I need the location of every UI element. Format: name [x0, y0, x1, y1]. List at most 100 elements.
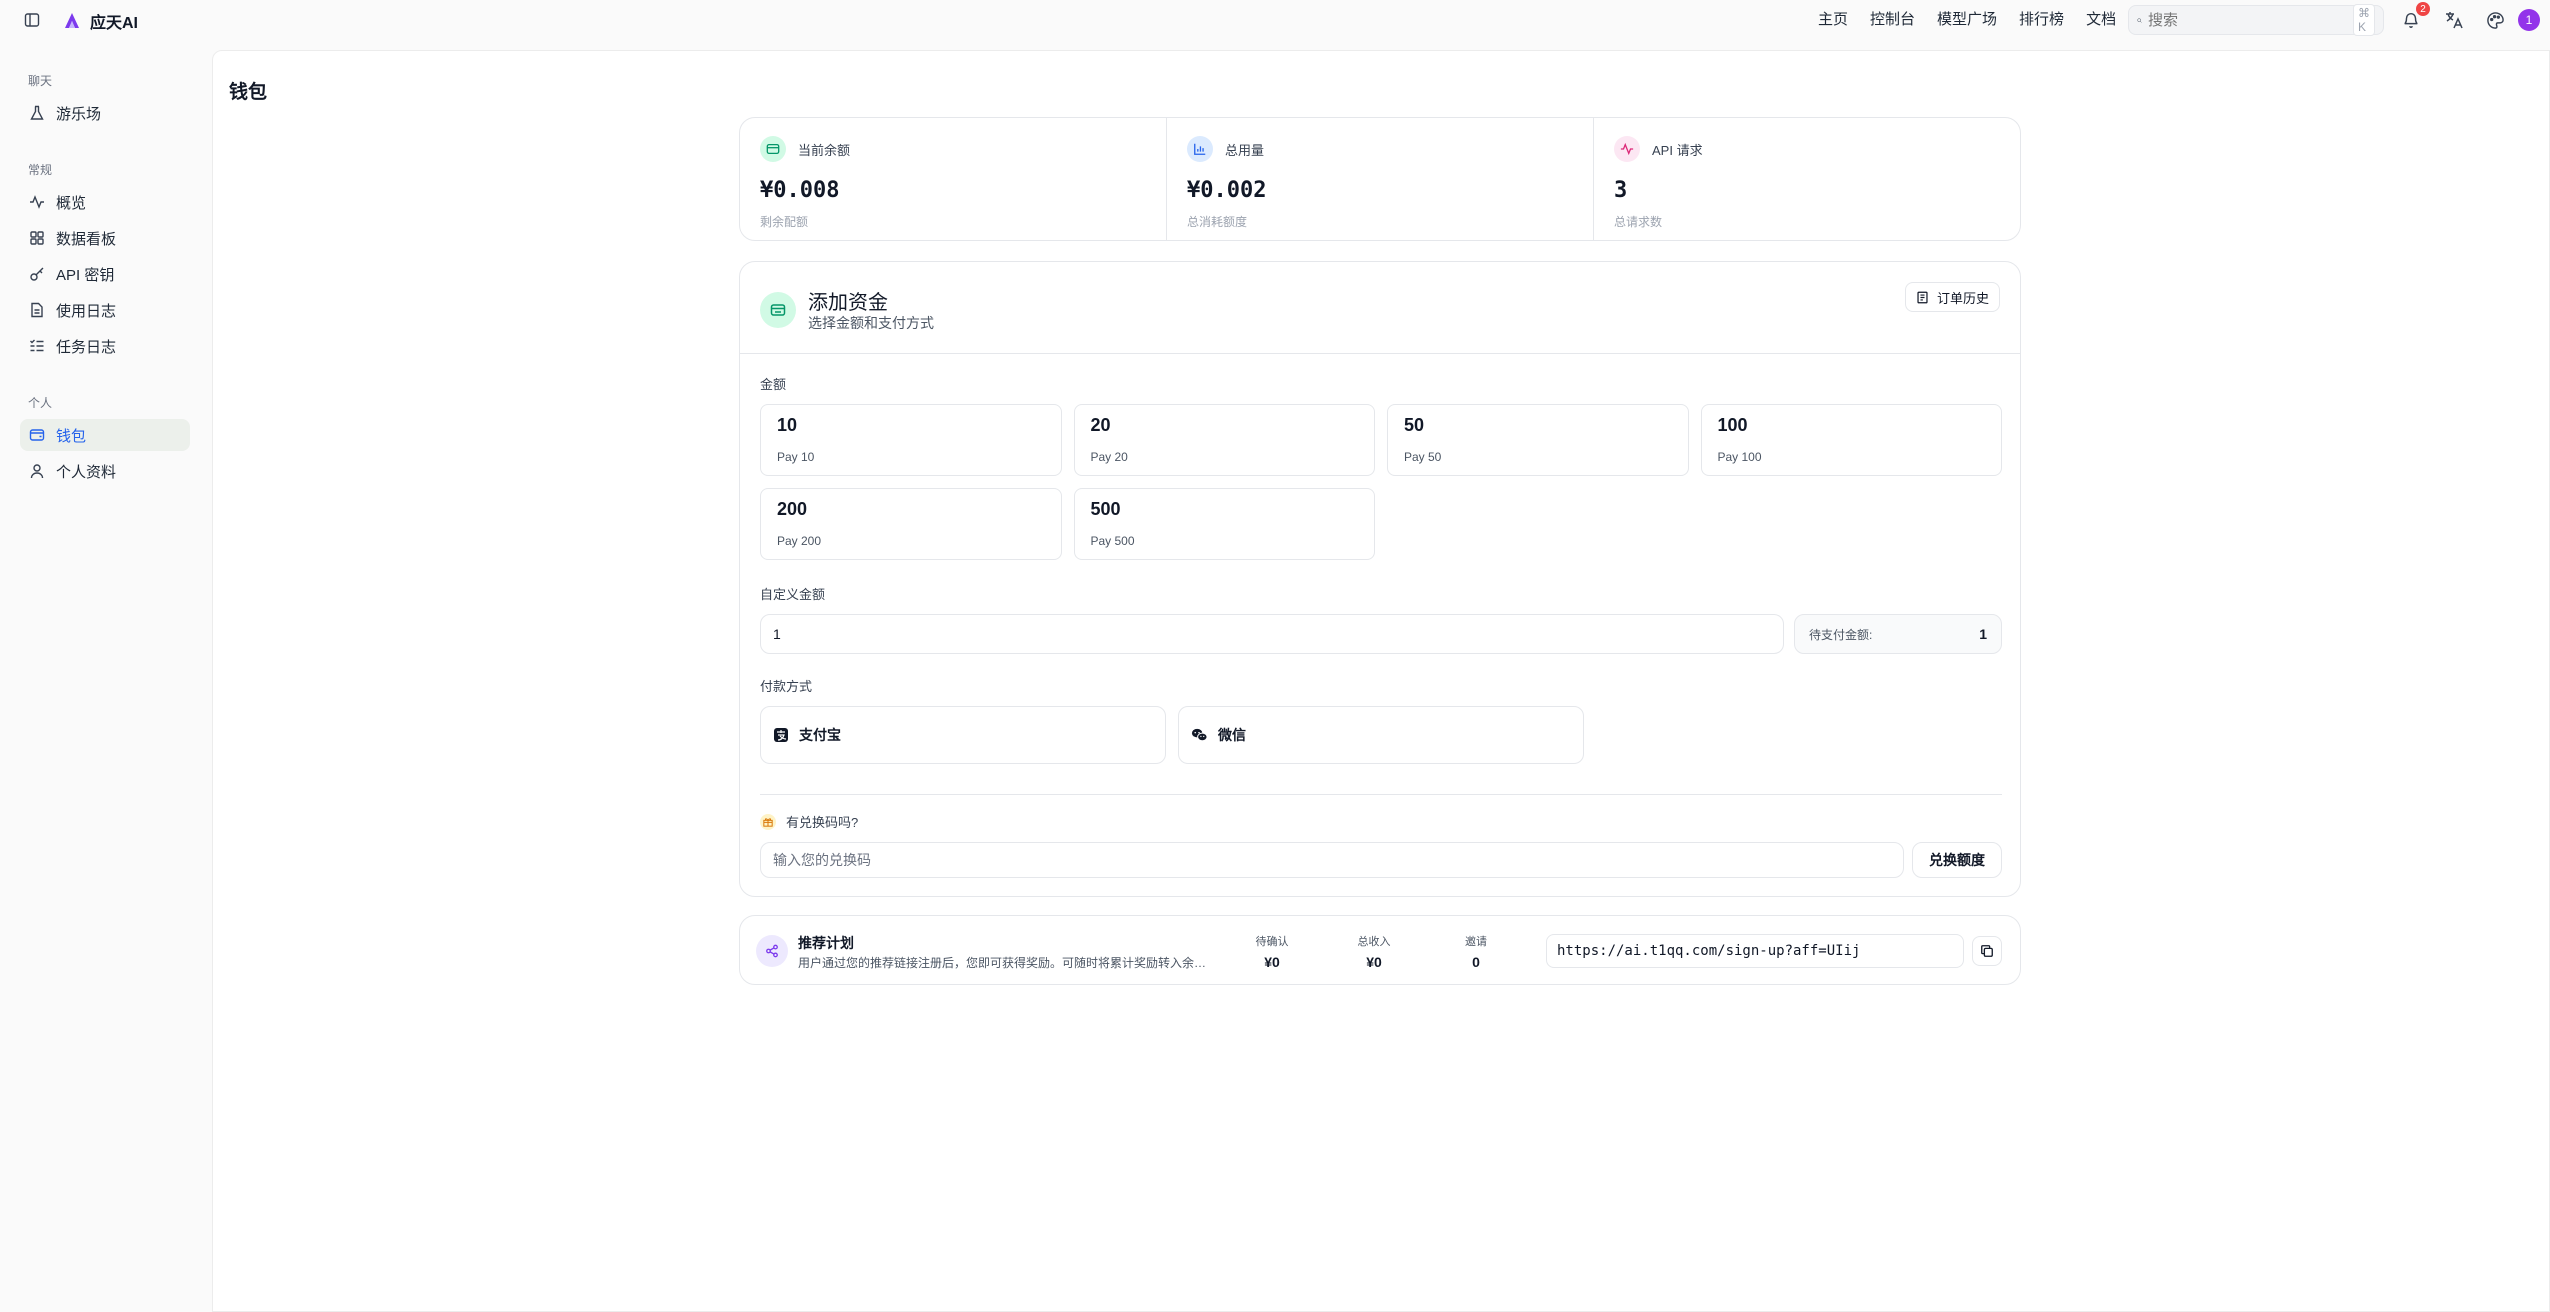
add-funds-card: 添加资金 选择金额和支付方式 订单历史 金额 10 Pay 10 20 Pay 20…	[739, 261, 2021, 897]
copy-button[interactable]	[1972, 936, 2002, 966]
key-icon	[28, 265, 46, 283]
nav-docs[interactable]: 文档	[2086, 8, 2116, 32]
amount-option-500[interactable]: 500 Pay 500	[1073, 488, 1375, 560]
search-icon	[2137, 17, 2142, 23]
main-panel: 钱包 当前余额 ¥0.008 剩余配额 总用量 ¥0.002 总消耗额度 API…	[212, 50, 2550, 1312]
sidebar-item-label: 使用日志	[56, 302, 117, 320]
redeem-code-input[interactable]	[760, 842, 1904, 878]
add-funds-title: 添加资金	[808, 292, 888, 314]
palette-icon[interactable]	[2484, 9, 2506, 31]
search-input[interactable]	[2148, 11, 2347, 29]
wallet-icon	[28, 426, 46, 444]
nav-model-plaza[interactable]: 模型广场	[1937, 8, 1997, 32]
amount-value: 200	[777, 499, 808, 519]
amount-value: 500	[1090, 499, 1121, 519]
gift-icon	[760, 813, 776, 830]
nav-home[interactable]: 主页	[1818, 8, 1848, 32]
stat-value: ¥0.002	[1187, 178, 1267, 203]
pending-amount: 待支付金额: 1	[1794, 614, 2002, 654]
sidebar-item-label: 任务日志	[56, 338, 117, 356]
amount-option-50[interactable]: 50 Pay 50	[1387, 404, 1689, 476]
amount-option-20[interactable]: 20 Pay 20	[1073, 404, 1375, 476]
sidebar-item-label: 个人资料	[56, 463, 117, 481]
sidebar-item-label: 游乐场	[56, 105, 102, 123]
referral-stat-label: 邀请	[1465, 936, 1487, 948]
add-funds-header: 添加资金 选择金额和支付方式 订单历史	[740, 262, 2020, 354]
receipt-icon	[1917, 291, 1928, 303]
dashboard-icon	[28, 229, 46, 247]
stat-total-usage: 总用量 ¥0.002 总消耗额度	[1167, 118, 1594, 240]
amount-option-200[interactable]: 200 Pay 200	[760, 488, 1062, 560]
search-box[interactable]: ⌘ K	[2128, 4, 2384, 36]
payment-wechat[interactable]: 微信	[1178, 706, 1584, 764]
custom-amount-input[interactable]	[760, 614, 1784, 654]
translate-icon[interactable]	[2443, 9, 2465, 31]
sidebar-item-overview[interactable]: 概览	[20, 186, 190, 218]
wallet-icon	[760, 136, 786, 162]
page-title: 钱包	[229, 82, 268, 103]
stat-label: API 请求	[1652, 142, 1703, 158]
stats-card: 当前余额 ¥0.008 剩余配额 总用量 ¥0.002 总消耗额度 API 请求…	[739, 117, 2021, 241]
alipay-icon	[774, 728, 788, 742]
add-funds-subtitle: 选择金额和支付方式	[808, 315, 934, 331]
sidebar-section-chat: 聊天	[28, 74, 53, 88]
amount-value: 50	[1404, 415, 1425, 435]
payment-method-label: 付款方式	[760, 679, 813, 694]
stat-label: 当前余额	[798, 142, 851, 158]
sidebar-item-dashboard[interactable]: 数据看板	[20, 222, 190, 254]
share-icon	[756, 935, 788, 967]
divider	[760, 794, 2002, 795]
stat-balance: 当前余额 ¥0.008 剩余配额	[740, 118, 1167, 240]
brand-name: 应天AI	[90, 15, 139, 32]
brand[interactable]: 应天AI	[62, 9, 138, 33]
amount-option-10[interactable]: 10 Pay 10	[760, 404, 1062, 476]
amount-pay: Pay 50	[1404, 450, 1442, 464]
sidebar-item-wallet[interactable]: 钱包	[20, 419, 190, 451]
referral-stat-label: 总收入	[1357, 936, 1391, 948]
sidebar-item-label: 数据看板	[56, 230, 117, 248]
pending-amount-label: 待支付金额:	[1809, 627, 1873, 642]
referral-stat-label: 待确认	[1255, 936, 1289, 948]
avatar[interactable]: 1	[2518, 9, 2540, 31]
amount-grid: 10 Pay 10 20 Pay 20 50 Pay 50 100 Pay 100 20…	[760, 404, 2002, 560]
amount-pay: Pay 500	[1090, 534, 1135, 548]
sidebar-item-label: API 密钥	[56, 266, 115, 284]
notification-badge: 2	[2416, 2, 2430, 16]
payment-alipay[interactable]: 支付宝	[760, 706, 1166, 764]
stat-value: 3	[1614, 178, 1628, 203]
sidebar-item-profile[interactable]: 个人资料	[20, 455, 190, 487]
user-icon	[28, 462, 46, 480]
amount-option-100[interactable]: 100 Pay 100	[1700, 404, 2002, 476]
sidebar-section-general: 常规	[28, 163, 53, 177]
nav-console[interactable]: 控制台	[1870, 8, 1915, 32]
activity-icon	[28, 193, 46, 211]
order-history-button[interactable]: 订单历史	[1904, 282, 2000, 312]
referral-total-income: 总收入 ¥0	[1344, 933, 1404, 970]
order-history-label: 订单历史	[1936, 290, 1989, 306]
sidebar-item-task-logs[interactable]: 任务日志	[20, 330, 190, 362]
referral-card: 推荐计划 用户通过您的推荐链接注册后，您即可获得奖励。可随时将累计奖励转入余… …	[739, 915, 2021, 985]
search-shortcut: ⌘ K	[2353, 4, 2375, 36]
amount-label: 金额	[760, 377, 787, 392]
list-check-icon	[28, 337, 46, 355]
amount-pay: Pay 10	[777, 450, 815, 464]
copy-icon	[1981, 945, 1993, 957]
sidebar-item-usage-logs[interactable]: 使用日志	[20, 294, 190, 326]
referral-link-field[interactable]	[1546, 934, 1964, 968]
top-nav: 主页 控制台 模型广场 排行榜 文档	[1818, 8, 2116, 32]
wechat-icon	[1191, 728, 1208, 742]
sidebar-toggle-icon[interactable]	[22, 10, 42, 30]
stat-api-requests: API 请求 3 总请求数	[1594, 118, 2020, 240]
sidebar-item-api-keys[interactable]: API 密钥	[20, 258, 190, 290]
sidebar-item-playground[interactable]: 游乐场	[20, 97, 190, 129]
redeem-label-text: 有兑换码吗?	[786, 815, 859, 830]
bar-chart-icon	[1187, 136, 1213, 162]
stat-sub: 总请求数	[1614, 215, 1663, 229]
stat-sub: 剩余配额	[760, 215, 809, 229]
pending-amount-value: 1	[1979, 626, 1987, 642]
flask-icon	[28, 104, 46, 122]
amount-value: 20	[1090, 415, 1111, 435]
nav-leaderboard[interactable]: 排行榜	[2019, 8, 2064, 32]
amount-value: 10	[777, 415, 798, 435]
redeem-button[interactable]: 兑换额度	[1912, 842, 2002, 878]
